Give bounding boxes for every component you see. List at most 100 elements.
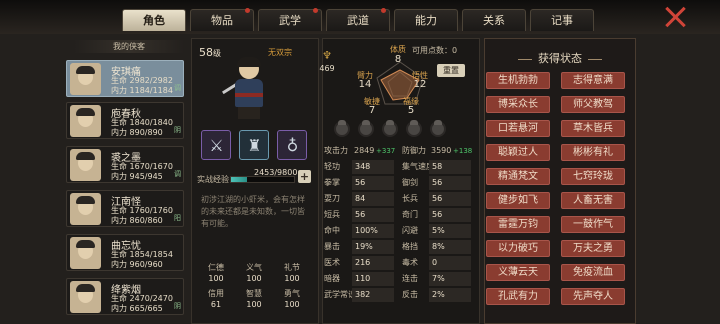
status-badge[interactable]: 人畜无害 — [561, 192, 625, 209]
trait: 仁德 100 — [208, 263, 224, 283]
tab-label: 武学 — [279, 14, 301, 27]
tab-relations[interactable]: 关系 — [462, 9, 526, 31]
potential-value: 469 — [319, 64, 335, 73]
jewel-slot-icon[interactable] — [430, 120, 446, 137]
status-badge[interactable]: 万夫之勇 — [561, 240, 625, 257]
stat-value: 56 — [429, 176, 471, 190]
stat-value: 216 — [352, 256, 394, 270]
party-member[interactable]: 绛紫烟 生命 2470/2470 内力 665/665 阴 — [66, 278, 184, 315]
tab-label: 能力 — [415, 14, 437, 27]
exp-bar — [230, 176, 295, 183]
tab-martial-arts[interactable]: 武学 — [258, 8, 322, 31]
avatar — [70, 281, 101, 313]
stat-label: 格挡 — [402, 242, 418, 251]
tab-label: 物品 — [211, 14, 233, 27]
status-badge[interactable]: 生机勃勃 — [486, 72, 550, 89]
stat-label: 连击 — [402, 274, 418, 283]
status-badge[interactable]: 雷霆万钧 — [486, 216, 550, 233]
stat-value: 348 — [352, 160, 394, 174]
radar-value: 7 — [368, 105, 376, 116]
tab-items[interactable]: 物品 — [190, 8, 254, 31]
status-badge[interactable]: 孔武有力 — [486, 288, 550, 305]
status-badge[interactable]: 精通梵文 — [486, 168, 550, 185]
status-badge[interactable]: 博采众长 — [486, 96, 550, 113]
stat-label: 暴击 — [324, 242, 340, 251]
character-bio: 初涉江湖的小虾米，会有怎样的未来还都是未知数，一切皆有可能。 — [201, 195, 305, 228]
close-icon[interactable] — [664, 6, 686, 28]
party-member[interactable]: 庖春秋 生命 1840/1840 内力 890/890 阴 — [66, 102, 184, 139]
stat-value: 19% — [352, 240, 394, 254]
status-badge[interactable]: 志得意满 — [561, 72, 625, 89]
jewel-slot-icon[interactable] — [334, 120, 350, 137]
jewel-slot-icon[interactable] — [406, 120, 422, 137]
stat-label: 轻功 — [324, 162, 340, 171]
potential-icon: ♆ — [322, 49, 332, 62]
party-member[interactable]: 裘之墨 生命 1670/1670 内力 945/945 调 — [66, 146, 184, 183]
status-badge[interactable]: 师父教驾 — [561, 96, 625, 113]
status-badge[interactable]: 义薄云天 — [486, 264, 550, 281]
avatar — [70, 63, 101, 95]
radar-value: 8 — [394, 54, 402, 65]
member-mp: 内力 945/945 — [111, 172, 163, 181]
stat-row: 耍刀 84 长兵 56 — [322, 191, 480, 207]
status-badge[interactable]: 免疫流血 — [561, 264, 625, 281]
tab-label: 记事 — [551, 14, 573, 27]
weapon-slot[interactable]: ⚔ — [201, 130, 231, 160]
stat-value: 2% — [429, 288, 471, 302]
stat-value: 0 — [429, 256, 471, 270]
jewel-slot-icon[interactable] — [382, 120, 398, 137]
stat-value: 5% — [429, 224, 471, 238]
trait: 礼节 100 — [284, 263, 300, 283]
radar-value: 5 — [407, 105, 415, 116]
stat-value: 56 — [429, 208, 471, 222]
stat-label: 奇门 — [402, 210, 418, 219]
stat-label: 闪避 — [402, 226, 418, 235]
stat-label: 毒术 — [402, 258, 418, 267]
status-badge[interactable]: 先声夺人 — [561, 288, 625, 305]
member-mp: 内力 860/860 — [111, 216, 163, 225]
radar-value: 14 — [358, 79, 372, 90]
avatar — [70, 149, 101, 181]
stat-value: 100% — [352, 224, 394, 238]
avatar — [70, 237, 101, 269]
level-value: 58 — [199, 46, 213, 59]
stat-label: 耍刀 — [324, 194, 340, 203]
jewel-slot-icon[interactable] — [358, 120, 374, 137]
stat-row: 暗器 110 连击 7% — [322, 271, 480, 287]
notification-dot-icon — [313, 8, 318, 13]
stat-row: 轻功 348 集气速度 58 — [322, 159, 480, 175]
stat-label: 反击 — [402, 290, 418, 299]
tab-character[interactable]: 角色 — [122, 9, 186, 31]
stat-value: 7% — [429, 272, 471, 286]
stat-label: 御剑 — [402, 178, 418, 187]
add-exp-button[interactable]: + — [298, 170, 311, 183]
status-badge[interactable]: 聪颖过人 — [486, 144, 550, 161]
stat-row: 拳掌 56 御剑 56 — [322, 175, 480, 191]
status-badge[interactable]: 草木皆兵 — [561, 120, 625, 137]
status-badge[interactable]: 彬彬有礼 — [561, 144, 625, 161]
tab-abilities[interactable]: 能力 — [394, 9, 458, 31]
member-status: 阳 — [174, 214, 181, 222]
armor-slot[interactable]: ♜ — [239, 130, 269, 160]
status-badge[interactable]: 以力破巧 — [486, 240, 550, 257]
tab-label: 关系 — [483, 14, 505, 27]
party-member[interactable]: 江南怪 生命 1760/1760 内力 860/860 阳 — [66, 190, 184, 227]
status-badge[interactable]: 口若悬河 — [486, 120, 550, 137]
stat-label: 短兵 — [324, 210, 340, 219]
status-badge[interactable]: 健步如飞 — [486, 192, 550, 209]
party-member[interactable]: 曲忘忧 生命 1854/1854 内力 960/960 — [66, 234, 184, 271]
member-mp: 内力 890/890 — [111, 128, 163, 137]
party-member[interactable]: 安琪痛 生命 2982/2982 内力 1184/1184 调 — [66, 60, 184, 97]
member-mp: 内力 960/960 — [111, 260, 163, 269]
stat-row: 短兵 56 奇门 56 — [322, 207, 480, 223]
radar-value: 12 — [413, 79, 427, 90]
exp-bar-fill — [231, 177, 247, 182]
tab-journal[interactable]: 记事 — [530, 9, 594, 31]
stat-row: 攻击力 2849 +337 防御力 3590 +138 — [324, 146, 473, 155]
tab-martial-way[interactable]: 武道 — [326, 8, 390, 31]
status-badge[interactable]: 一鼓作气 — [561, 216, 625, 233]
accessory-slot[interactable]: ♁ — [277, 130, 307, 160]
level: 58级 — [199, 46, 221, 59]
member-mp: 内力 665/665 — [111, 304, 163, 313]
status-badge[interactable]: 七窍玲珑 — [561, 168, 625, 185]
